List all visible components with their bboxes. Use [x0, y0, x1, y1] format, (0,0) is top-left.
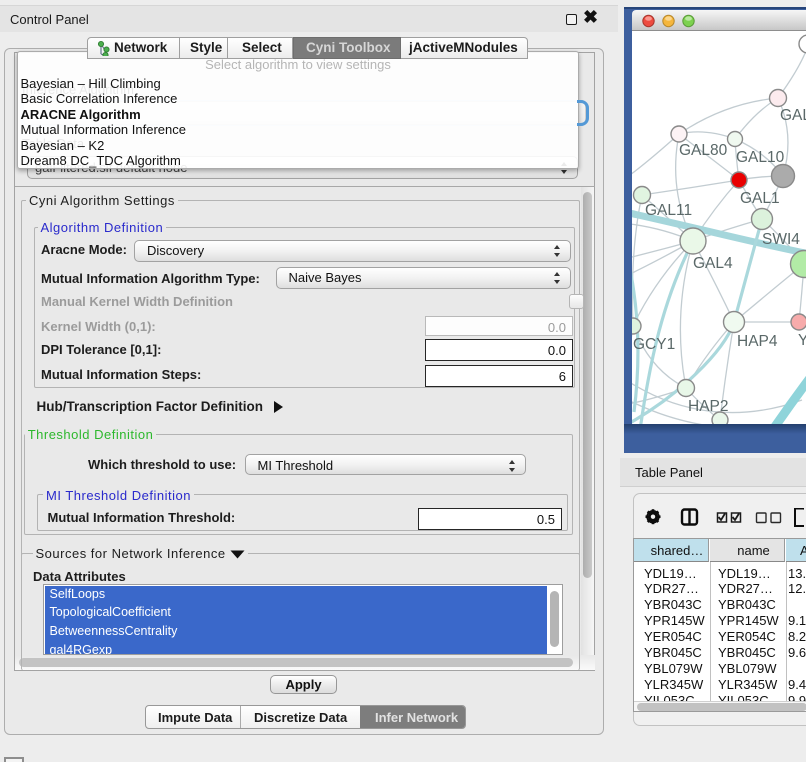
svg-text:GAL7: GAL7 [780, 107, 806, 124]
svg-text:GAL10: GAL10 [736, 149, 785, 166]
svg-text:GAL4: GAL4 [693, 255, 733, 272]
svg-text:SWI4: SWI4 [762, 231, 800, 248]
svg-text:GAL80: GAL80 [679, 142, 728, 159]
svg-text:GCY1: GCY1 [633, 336, 675, 353]
svg-text:GAL1: GAL1 [740, 190, 780, 207]
svg-text:GAL11: GAL11 [645, 202, 692, 219]
svg-text:YJ: YJ [798, 332, 806, 349]
svg-text:HAP2: HAP2 [688, 398, 729, 415]
svg-text:HAP4: HAP4 [737, 333, 778, 350]
